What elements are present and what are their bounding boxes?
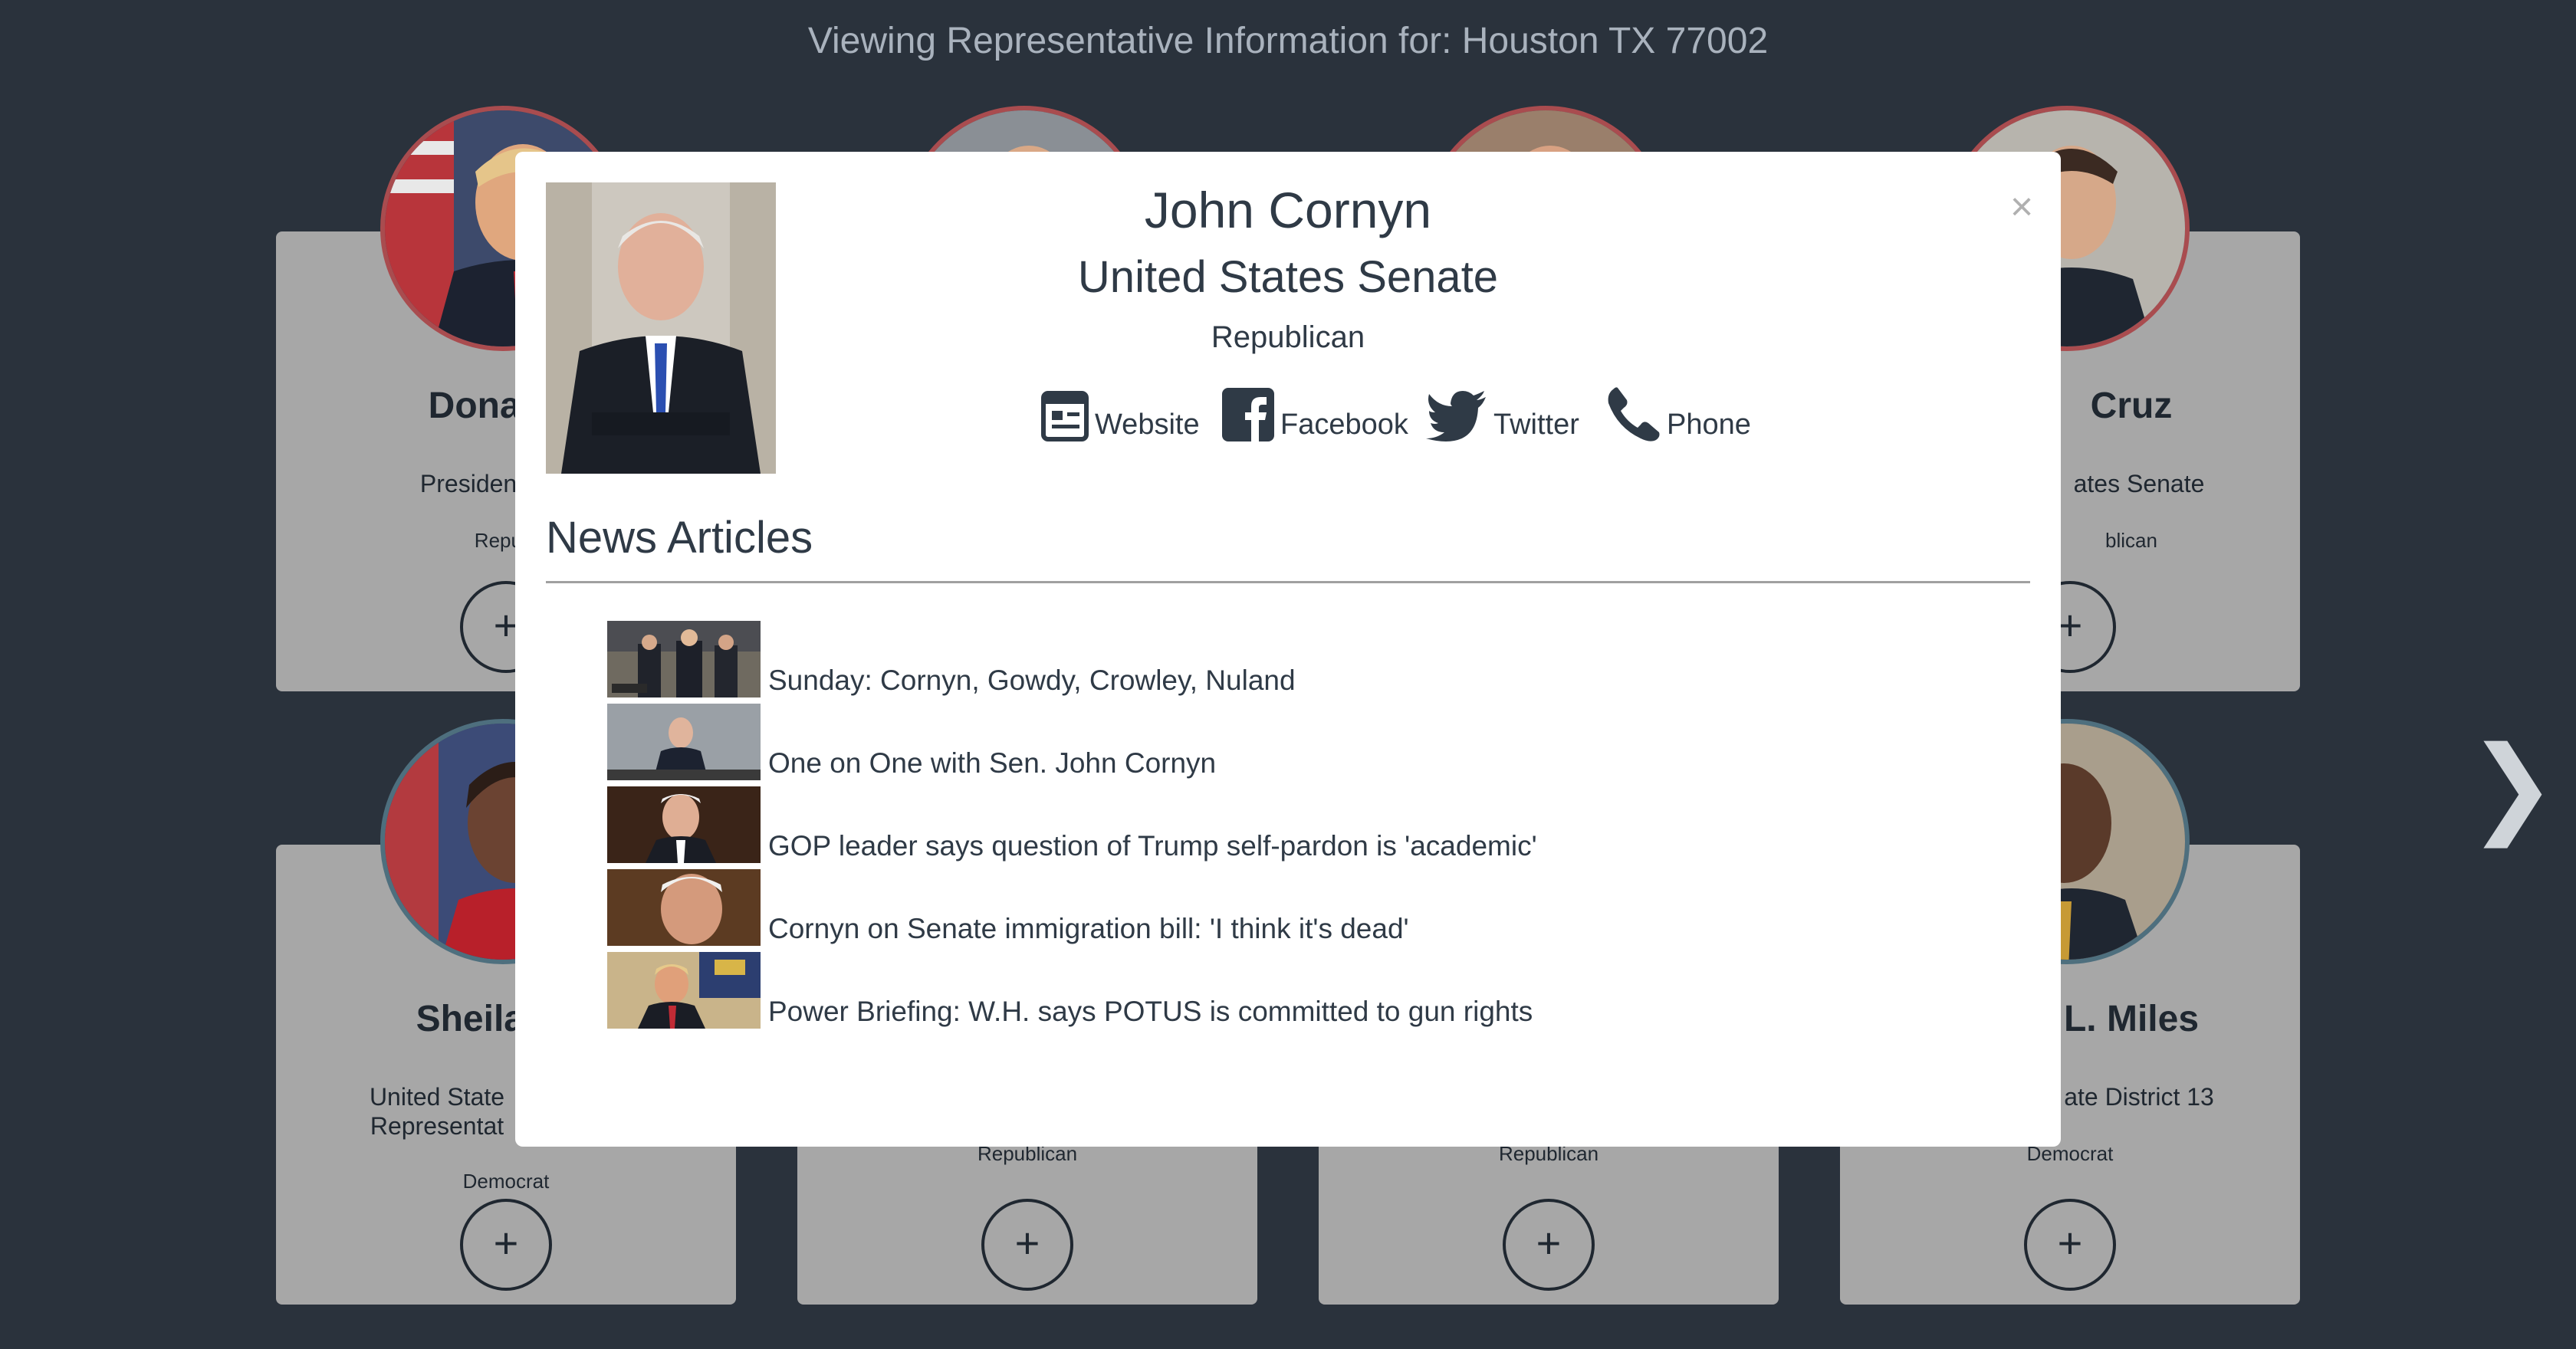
news-article[interactable]: One on One with Sen. John Cornyn xyxy=(607,697,2033,780)
article-title: Sunday: Cornyn, Gowdy, Crowley, Nuland xyxy=(768,665,1296,696)
divider xyxy=(546,581,2030,583)
modal-representative-name: John Cornyn xyxy=(1144,182,1432,238)
article-thumbnail xyxy=(607,621,761,697)
website-label: Website xyxy=(1095,409,1200,441)
modal-representative-party: Republican xyxy=(1211,320,1365,354)
phone-icon xyxy=(1608,387,1660,441)
representative-office: United State Representat xyxy=(369,1083,505,1140)
facebook-label: Facebook xyxy=(1280,409,1408,441)
article-title: Cornyn on Senate immigration bill: 'I th… xyxy=(768,913,1409,944)
twitter-icon xyxy=(1426,391,1486,441)
article-title: One on One with Sen. John Cornyn xyxy=(768,747,1217,779)
news-article[interactable]: Cornyn on Senate immigration bill: 'I th… xyxy=(607,863,2033,946)
facebook-icon xyxy=(1222,388,1274,441)
article-title: Power Briefing: W.H. says POTUS is commi… xyxy=(768,996,1533,1027)
phone-label: Phone xyxy=(1667,409,1751,441)
modal-representative-office: United States Senate xyxy=(1077,252,1499,302)
facebook-link[interactable]: Facebook xyxy=(1222,373,1408,441)
article-thumbnail xyxy=(607,704,761,780)
twitter-label: Twitter xyxy=(1493,409,1579,441)
news-article[interactable]: Sunday: Cornyn, Gowdy, Crowley, Nuland xyxy=(607,615,2033,697)
representative-modal: × John Cornyn United States Senate Repub… xyxy=(515,152,2061,1147)
expand-button[interactable]: + xyxy=(1503,1199,1595,1291)
article-title: GOP leader says question of Trump self-p… xyxy=(768,830,1537,862)
phone-link[interactable]: Phone xyxy=(1607,373,1751,441)
twitter-link[interactable]: Twitter xyxy=(1426,373,1579,441)
news-articles-heading: News Articles xyxy=(546,513,813,563)
news-article[interactable]: Power Briefing: W.H. says POTUS is commi… xyxy=(607,946,2033,1029)
page-title: Viewing Representative Information for: … xyxy=(807,21,1769,61)
website-link[interactable]: Website xyxy=(1041,373,1200,441)
expand-button[interactable]: + xyxy=(981,1199,1073,1291)
next-arrow-icon[interactable]: ❯ xyxy=(2467,732,2557,839)
news-list: Sunday: Cornyn, Gowdy, Crowley, Nuland O… xyxy=(607,615,2033,1029)
news-article[interactable]: GOP leader says question of Trump self-p… xyxy=(607,780,2033,863)
expand-button[interactable]: + xyxy=(2024,1199,2116,1291)
expand-button[interactable]: + xyxy=(460,1199,552,1291)
article-thumbnail xyxy=(607,869,761,946)
website-icon xyxy=(1041,391,1089,441)
article-thumbnail xyxy=(607,786,761,863)
article-thumbnail xyxy=(607,952,761,1029)
representative-party: Democrat xyxy=(462,1170,550,1193)
